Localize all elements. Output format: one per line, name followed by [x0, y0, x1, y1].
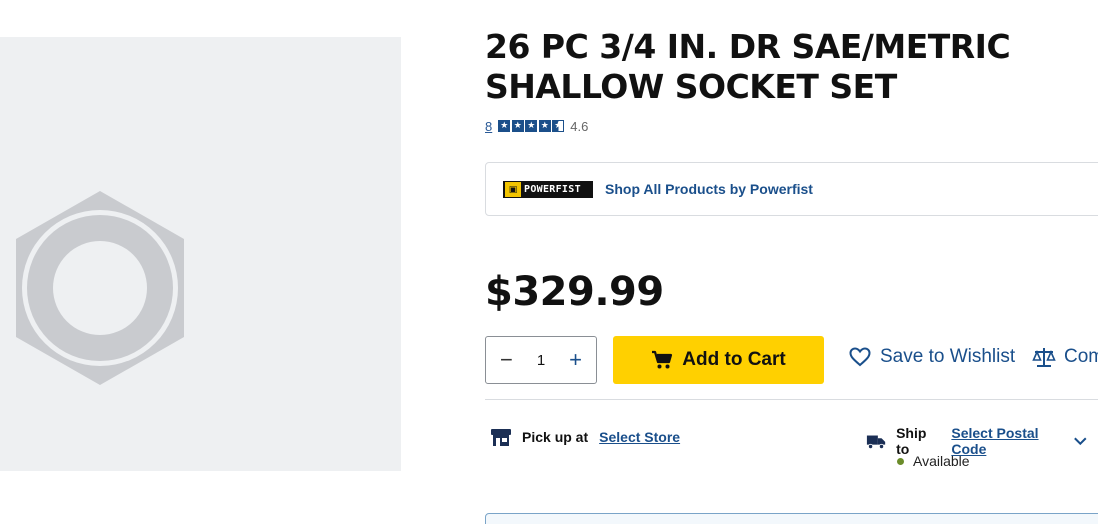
add-to-cart-button[interactable]: Add to Cart — [613, 336, 824, 384]
hex-nut-placeholder-icon — [16, 191, 184, 385]
quantity-stepper: − 1 + — [485, 336, 597, 384]
star-rating: ★ ★ ★ ★ ★ — [498, 120, 565, 132]
status-dot-icon — [897, 457, 904, 465]
quantity-input[interactable]: 1 — [537, 352, 545, 369]
rating-summary[interactable]: 8 ★ ★ ★ ★ ★ 4.6 — [485, 118, 588, 134]
availability-status: Available — [897, 453, 970, 469]
divider — [485, 399, 1098, 400]
heart-icon — [849, 347, 871, 367]
wishlist-label: Save to Wishlist — [880, 346, 1016, 367]
product-title: 26 PC 3/4 IN. DR SAE/METRIC SHALLOW SOCK… — [485, 27, 1011, 106]
brand-logo-text: POWERFIST — [524, 183, 581, 195]
pickup-option: Pick up at Select Store — [490, 427, 680, 447]
add-to-cart-label: Add to Cart — [682, 349, 786, 370]
fist-icon: ▣ — [505, 181, 521, 197]
compare-button[interactable]: Compare — [1032, 346, 1098, 368]
half-star-icon: ★ — [552, 120, 565, 132]
compare-label: Compare — [1064, 346, 1098, 367]
availability-label: Available — [913, 453, 970, 469]
chevron-down-icon[interactable] — [1073, 435, 1088, 447]
truck-icon — [866, 435, 886, 450]
star-icon: ★ — [525, 120, 538, 132]
product-image[interactable] — [0, 37, 401, 471]
powerfist-logo: ▣ POWERFIST — [503, 180, 593, 198]
review-count-link[interactable]: 8 — [485, 119, 492, 134]
rating-value: 4.6 — [570, 118, 589, 134]
shop-brand-link[interactable]: Shop All Products by Powerfist — [605, 181, 813, 197]
star-icon: ★ — [538, 120, 551, 132]
select-store-link[interactable]: Select Store — [599, 429, 680, 445]
star-icon: ★ — [511, 120, 524, 132]
cart-icon — [652, 350, 673, 369]
increase-quantity-button[interactable]: + — [569, 349, 582, 371]
star-icon: ★ — [498, 120, 511, 132]
product-price: $329.99 — [485, 269, 664, 315]
save-to-wishlist-button[interactable]: Save to Wishlist — [849, 346, 1015, 368]
decrease-quantity-button[interactable]: − — [500, 349, 513, 371]
scale-icon — [1032, 348, 1056, 367]
brand-banner[interactable]: ▣ POWERFIST Shop All Products by Powerfi… — [485, 162, 1098, 216]
pickup-label: Pick up at — [522, 429, 589, 445]
info-banner — [485, 513, 1098, 524]
store-icon — [491, 429, 511, 446]
